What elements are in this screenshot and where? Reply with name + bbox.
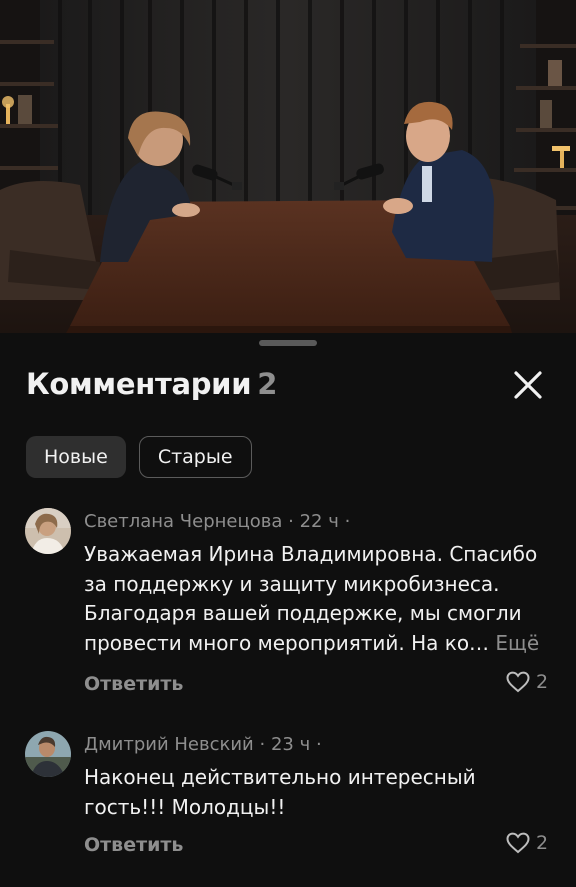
reply-button[interactable]: Ответить	[84, 673, 183, 695]
comment-body: Наконец действительно интересный гость!!…	[84, 765, 476, 819]
comments-sheet: Комментарии 2 Новые Старые Светлана Черне…	[0, 333, 576, 887]
comment-text: Уважаемая Ирина Владимировна. Спасибо за…	[84, 540, 556, 658]
video-frame-illustration	[0, 0, 576, 333]
comment-meta: Дмитрий Невский · 23 ч ·	[84, 734, 322, 755]
comment-text: Наконец действительно интересный гость!!…	[84, 763, 556, 822]
filter-newest-chip[interactable]: Новые	[26, 436, 126, 478]
avatar[interactable]	[25, 731, 71, 777]
avatar-image	[25, 731, 71, 777]
drag-handle[interactable]	[259, 340, 317, 346]
comment-time: 23 ч	[270, 734, 311, 755]
like-count: 2	[536, 671, 549, 693]
comment-item: Светлана Чернецова · 22 ч · Уважаемая Ир…	[0, 508, 576, 708]
video-thumbnail[interactable]	[0, 0, 576, 333]
comment-meta: Светлана Чернецова · 22 ч ·	[84, 511, 350, 532]
comment-author[interactable]: Дмитрий Невский	[84, 734, 254, 755]
close-icon	[514, 371, 542, 399]
comment-time: 22 ч	[299, 511, 339, 532]
read-more-link[interactable]: Ещё	[495, 631, 539, 655]
meta-separator: ·	[344, 511, 351, 532]
comment-body: Уважаемая Ирина Владимировна. Спасибо за…	[84, 542, 538, 655]
sheet-title: Комментарии	[26, 367, 252, 401]
sort-filters: Новые Старые	[26, 436, 252, 478]
like-count: 2	[536, 832, 549, 854]
like-button[interactable]: 2	[506, 832, 548, 854]
meta-separator: ·	[259, 734, 271, 755]
avatar-image	[25, 508, 71, 554]
close-button[interactable]	[506, 363, 550, 407]
meta-separator: ·	[288, 511, 300, 532]
comments-count: 2	[257, 367, 278, 401]
heart-outline-icon	[506, 832, 530, 854]
avatar[interactable]	[25, 508, 71, 554]
like-button[interactable]: 2	[506, 671, 548, 693]
comment-item: Дмитрий Невский · 23 ч · Наконец действи…	[0, 731, 576, 871]
comment-author[interactable]: Светлана Чернецова	[84, 511, 282, 532]
reply-button[interactable]: Ответить	[84, 834, 183, 856]
filter-oldest-chip[interactable]: Старые	[138, 436, 252, 478]
sheet-header: Комментарии 2	[26, 367, 277, 401]
heart-outline-icon	[506, 671, 530, 693]
meta-separator: ·	[315, 734, 322, 755]
